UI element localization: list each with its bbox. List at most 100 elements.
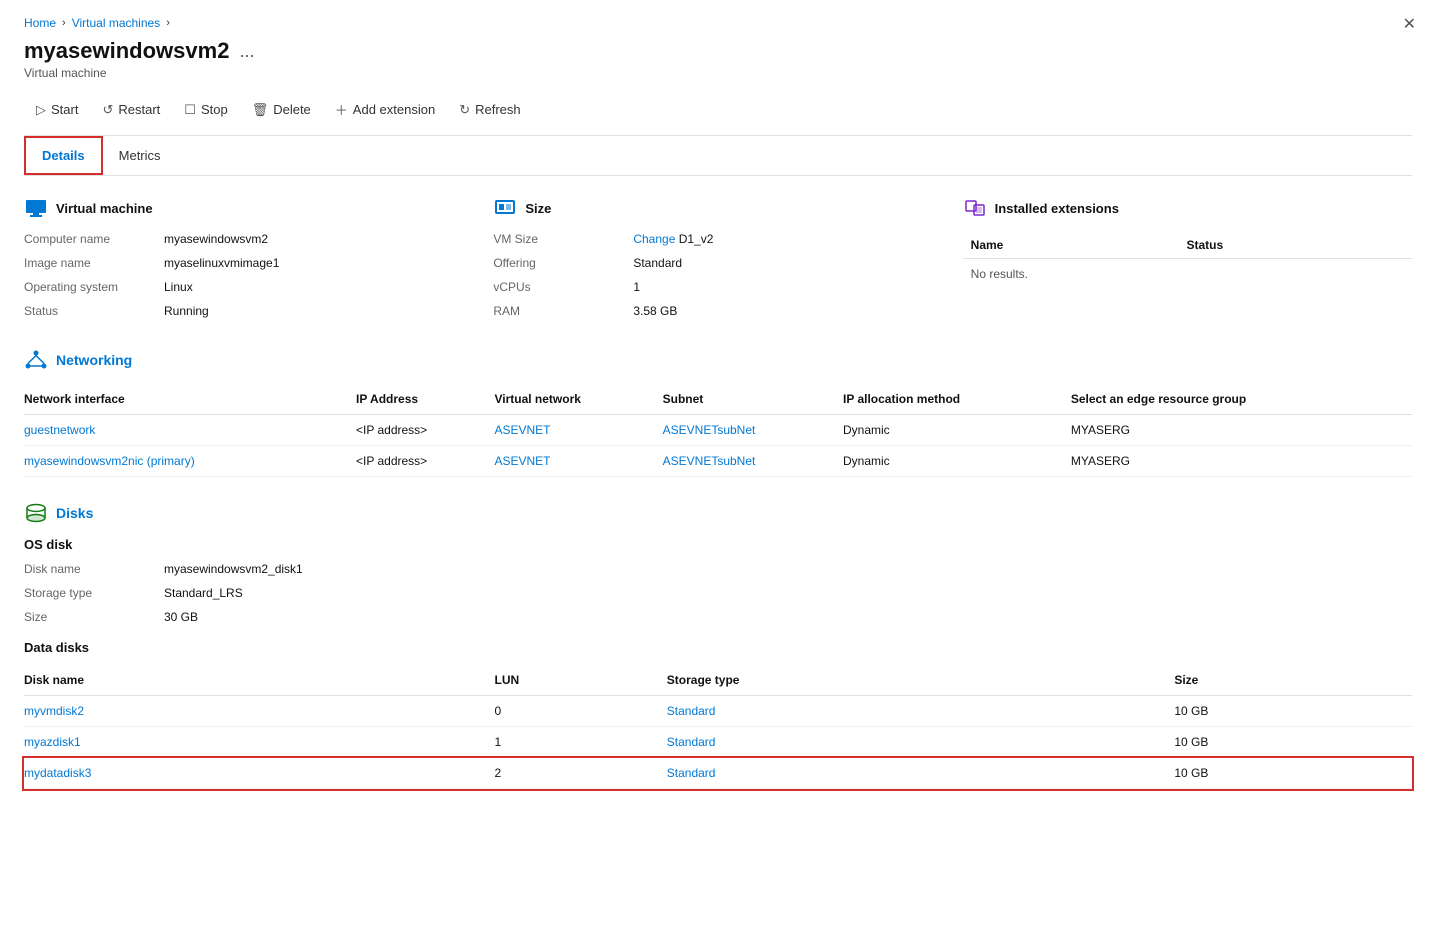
prop-label-os: Operating system xyxy=(24,280,144,294)
breadcrumb: Home › Virtual machines › xyxy=(24,16,1412,30)
net-subnet-2[interactable]: ASEVNETsubNet xyxy=(663,446,843,477)
prop-value-image-name: myaselinuxvmimage1 xyxy=(164,256,279,270)
ext-col-status: Status xyxy=(1178,232,1412,259)
prop-value-disk-size: 30 GB xyxy=(164,610,198,624)
net-subnet-1[interactable]: ASEVNETsubNet xyxy=(663,415,843,446)
net-col-rg: Select an edge resource group xyxy=(1071,384,1412,415)
prop-image-name: Image name myaselinuxvmimage1 xyxy=(24,256,473,270)
data-disks-title: Data disks xyxy=(24,640,1412,655)
breadcrumb-virtual-machines[interactable]: Virtual machines xyxy=(72,16,161,30)
size-section: Size VM Size Change D1_v2 Offering Stand… xyxy=(493,196,942,328)
tabs: Details Metrics xyxy=(24,136,1412,176)
dd-row-1: myvmdisk2 0 Standard 10 GB xyxy=(24,696,1412,727)
add-extension-icon: ＋ xyxy=(335,100,348,119)
dd-col-storage: Storage type xyxy=(667,665,1175,696)
prop-computer-name: Computer name myasewindowsvm2 xyxy=(24,232,473,246)
change-size-link[interactable]: Change xyxy=(633,232,675,246)
delete-button[interactable]: 🗑 Delete xyxy=(240,96,323,124)
prop-value-status: Running xyxy=(164,304,209,318)
prop-vcpus: vCPUs 1 xyxy=(493,280,942,294)
refresh-icon: ↻ xyxy=(459,102,470,118)
ext-col-name: Name xyxy=(963,232,1179,259)
stop-button[interactable]: ☐ Stop xyxy=(172,96,239,124)
dd-row-3: mydatadisk3 2 Standard 10 GB xyxy=(24,758,1412,789)
net-ip-1: <IP address> xyxy=(356,415,494,446)
delete-icon: 🗑 xyxy=(252,102,269,118)
size-section-header: Size xyxy=(493,196,942,220)
net-col-ip: IP Address xyxy=(356,384,494,415)
ext-no-results: No results. xyxy=(963,259,1412,289)
prop-label-vcpus: vCPUs xyxy=(493,280,613,294)
disks-icon xyxy=(24,501,48,525)
dd-lun-3: 2 xyxy=(494,758,666,789)
data-disks-subsection: Data disks Disk name LUN Storage type Si… xyxy=(24,640,1412,789)
ext-table: Name Status xyxy=(963,232,1412,259)
dd-name-2[interactable]: myazdisk1 xyxy=(24,727,494,758)
title-row: myasewindowsvm2 ... xyxy=(24,38,1412,64)
dd-name-1[interactable]: myvmdisk2 xyxy=(24,696,494,727)
dd-storage-2[interactable]: Standard xyxy=(667,727,1175,758)
tab-details[interactable]: Details xyxy=(24,136,103,175)
vm-section-header: Virtual machine xyxy=(24,196,473,220)
vm-section: Virtual machine Computer name myasewindo… xyxy=(24,196,473,328)
restart-button[interactable]: ↺ Restart xyxy=(90,96,172,124)
disks-section-header: Disks xyxy=(24,501,1412,525)
prop-label-disk-name: Disk name xyxy=(24,562,144,576)
networking-section-header: Networking xyxy=(24,348,1412,372)
prop-storage-type: Storage type Standard_LRS xyxy=(24,586,1412,600)
net-rg-1: MYASERG xyxy=(1071,415,1412,446)
net-interface-2[interactable]: myasewindowsvm2nic (primary) xyxy=(24,446,356,477)
top-sections: Virtual machine Computer name myasewindo… xyxy=(24,196,1412,328)
networking-section-title: Networking xyxy=(56,352,132,368)
size-icon xyxy=(493,196,517,220)
breadcrumb-home[interactable]: Home xyxy=(24,16,56,30)
prop-label-disk-size: Size xyxy=(24,610,144,624)
prop-offering: Offering Standard xyxy=(493,256,942,270)
ext-section-title: Installed extensions xyxy=(995,201,1119,216)
start-button[interactable]: ▷ Start xyxy=(24,96,90,124)
data-disks-table: Disk name LUN Storage type Size myvmdisk… xyxy=(24,665,1412,789)
prop-value-disk-name: myasewindowsvm2_disk1 xyxy=(164,562,303,576)
more-options-icon[interactable]: ... xyxy=(239,41,254,62)
dd-storage-3[interactable]: Standard xyxy=(667,758,1175,789)
net-col-vnet: Virtual network xyxy=(494,384,662,415)
prop-value-os: Linux xyxy=(164,280,193,294)
prop-value-storage-type: Standard_LRS xyxy=(164,586,243,600)
prop-label-offering: Offering xyxy=(493,256,613,270)
dd-lun-2: 1 xyxy=(494,727,666,758)
net-ip-2: <IP address> xyxy=(356,446,494,477)
dd-name-3[interactable]: mydatadisk3 xyxy=(24,758,494,789)
os-disk-subsection: OS disk Disk name myasewindowsvm2_disk1 … xyxy=(24,537,1412,624)
prop-label-computer-name: Computer name xyxy=(24,232,144,246)
toolbar: ▷ Start ↺ Restart ☐ Stop 🗑 Delete ＋ Add … xyxy=(24,94,1412,136)
prop-os: Operating system Linux xyxy=(24,280,473,294)
prop-vm-size: VM Size Change D1_v2 xyxy=(493,232,942,246)
prop-value-computer-name: myasewindowsvm2 xyxy=(164,232,268,246)
prop-label-vm-size: VM Size xyxy=(493,232,613,246)
tab-metrics[interactable]: Metrics xyxy=(103,136,177,175)
prop-label-ram: RAM xyxy=(493,304,613,318)
net-vnet-1[interactable]: ASEVNET xyxy=(494,415,662,446)
vm-section-title: Virtual machine xyxy=(56,201,153,216)
prop-disk-name: Disk name myasewindowsvm2_disk1 xyxy=(24,562,1412,576)
dd-storage-1[interactable]: Standard xyxy=(667,696,1175,727)
prop-label-storage-type: Storage type xyxy=(24,586,144,600)
prop-value-offering: Standard xyxy=(633,256,682,270)
net-col-interface: Network interface xyxy=(24,384,356,415)
dd-size-2: 10 GB xyxy=(1174,727,1412,758)
refresh-button[interactable]: ↻ Refresh xyxy=(447,96,532,124)
networking-section: Networking Network interface IP Address … xyxy=(24,348,1412,477)
add-extension-button[interactable]: ＋ Add extension xyxy=(323,94,447,125)
networking-icon xyxy=(24,348,48,372)
net-col-method: IP allocation method xyxy=(843,384,1071,415)
page: ✕ Home › Virtual machines › myasewindows… xyxy=(0,0,1436,949)
dd-col-name: Disk name xyxy=(24,665,494,696)
net-interface-1[interactable]: guestnetwork xyxy=(24,415,356,446)
prop-value-vm-size: Change D1_v2 xyxy=(633,232,713,246)
prop-label-image-name: Image name xyxy=(24,256,144,270)
prop-label-status: Status xyxy=(24,304,144,318)
net-vnet-2[interactable]: ASEVNET xyxy=(494,446,662,477)
dd-col-size: Size xyxy=(1174,665,1412,696)
dd-size-3: 10 GB xyxy=(1174,758,1412,789)
close-button[interactable]: ✕ xyxy=(1403,14,1416,34)
